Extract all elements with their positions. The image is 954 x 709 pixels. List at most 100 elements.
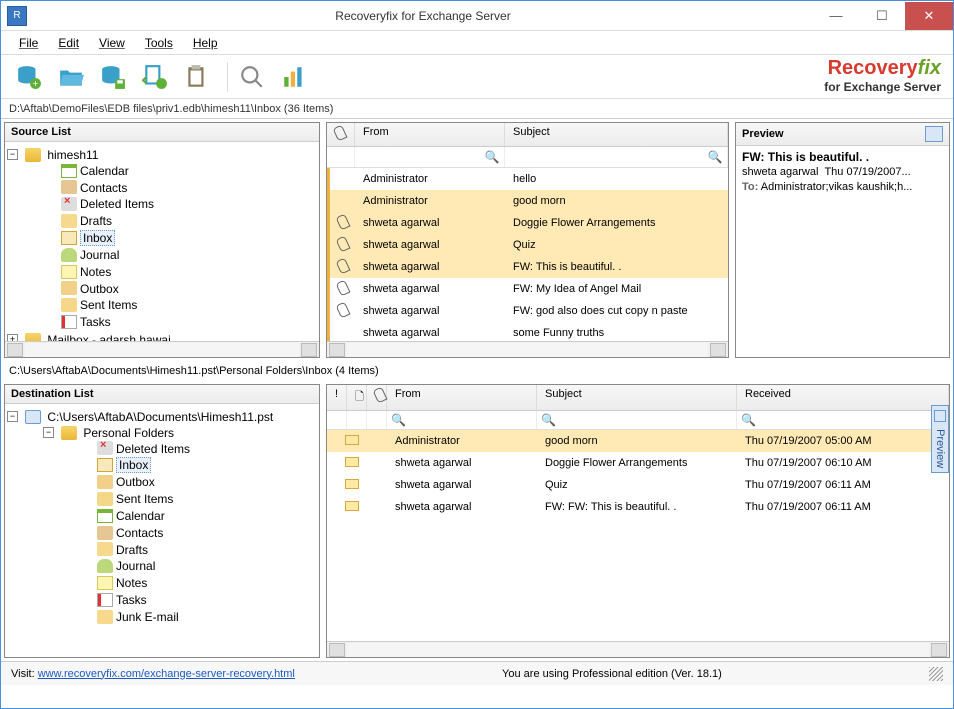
tree-item[interactable]: Tasks — [116, 593, 147, 607]
minimize-button[interactable]: — — [813, 2, 859, 30]
dest-mail-row[interactable]: shweta agarwalDoggie Flower Arrangements… — [327, 452, 949, 474]
scroll-left-icon[interactable] — [329, 343, 345, 357]
col-from[interactable]: From — [387, 385, 537, 410]
resize-grip-icon[interactable] — [929, 667, 943, 681]
tree-item[interactable]: Contacts — [116, 526, 163, 540]
preview-header-label: Preview — [742, 128, 784, 140]
mail-row[interactable]: Administratorhello — [327, 168, 728, 190]
search-from-icon[interactable]: 🔍 — [391, 413, 406, 427]
mail-row[interactable]: shweta agarwalsome Funny truths — [327, 322, 728, 341]
col-attachment[interactable] — [327, 123, 355, 146]
tree-item[interactable]: Notes — [80, 265, 111, 279]
folder-icon — [61, 214, 77, 228]
tree-toggle[interactable]: − — [43, 427, 54, 438]
mail-row[interactable]: Administratorgood morn — [327, 190, 728, 212]
search-subject-icon[interactable]: 🔍 — [707, 149, 723, 165]
mail-row[interactable]: shweta agarwalFW: god also does cut copy… — [327, 300, 728, 322]
tree-item[interactable]: Drafts — [116, 542, 148, 556]
destination-tree[interactable]: − C:\Users\AftabA\Documents\Himesh11.pst… — [7, 408, 317, 627]
mailbox-extra[interactable]: Mailbox - adarsh hawai — [47, 333, 170, 341]
mail-row[interactable]: shweta agarwalFW: My Idea of Angel Mail — [327, 278, 728, 300]
dest-mail-row[interactable]: shweta agarwalFW: FW: This is beautiful.… — [327, 496, 949, 518]
tree-item[interactable]: Notes — [116, 576, 147, 590]
mail-subject: hello — [505, 173, 728, 185]
mailbox-root[interactable]: himesh11 — [47, 148, 98, 162]
personal-folders[interactable]: Personal Folders — [83, 426, 174, 440]
tree-item[interactable]: Drafts — [80, 214, 112, 228]
database-disk-icon — [100, 64, 126, 90]
col-type[interactable]: 🗋 — [347, 385, 367, 410]
search-subject-icon[interactable]: 🔍 — [541, 413, 556, 427]
tree-item[interactable]: Deleted Items — [116, 441, 190, 455]
source-header: Source List — [5, 123, 319, 142]
tree-item[interactable]: Tasks — [80, 315, 111, 329]
tree-toggle[interactable]: − — [7, 149, 18, 160]
search-received-icon[interactable]: 🔍 — [741, 413, 756, 427]
mail-row[interactable]: shweta agarwalDoggie Flower Arrangements — [327, 212, 728, 234]
folder-icon — [97, 475, 113, 489]
mail-subject: Quiz — [505, 239, 728, 251]
scroll-right-icon[interactable] — [931, 643, 947, 657]
mail-search-row: 🔍 🔍 — [327, 147, 728, 168]
dest-path-bar: C:\Users\AftabA\Documents\Himesh11.pst\P… — [1, 361, 953, 381]
menu-help[interactable]: Help — [185, 34, 226, 52]
maximize-button[interactable]: ☐ — [859, 2, 905, 30]
tree-toggle[interactable]: − — [7, 411, 18, 422]
col-subject[interactable]: Subject — [505, 123, 728, 146]
tree-item[interactable]: Outbox — [80, 281, 119, 295]
tree-item[interactable]: Journal — [80, 248, 119, 262]
col-priority[interactable]: ! — [327, 385, 347, 410]
scroll-right-icon[interactable] — [710, 343, 726, 357]
folder-open-button[interactable] — [53, 59, 89, 95]
tree-item[interactable]: Inbox — [80, 230, 115, 246]
mail-row[interactable]: shweta agarwalFW: This is beautiful. . — [327, 256, 728, 278]
col-subject[interactable]: Subject — [537, 385, 737, 410]
status-url-link[interactable]: www.recoveryfix.com/exchange-server-reco… — [38, 668, 295, 680]
col-received[interactable]: Received — [737, 385, 949, 410]
db-save-button[interactable] — [95, 59, 131, 95]
search-from-icon[interactable]: 🔍 — [484, 149, 500, 165]
tree-item[interactable]: Contacts — [80, 180, 127, 194]
dest-mail-row[interactable]: Administratorgood mornThu 07/19/2007 05:… — [327, 430, 949, 452]
tree-item[interactable]: Sent Items — [80, 298, 137, 312]
status-visit-label: Visit: — [11, 668, 35, 680]
tree-item[interactable]: Outbox — [116, 475, 155, 489]
menu-edit[interactable]: Edit — [50, 34, 87, 52]
preview-toggle-button[interactable] — [925, 126, 943, 142]
scroll-left-icon[interactable] — [329, 643, 345, 657]
col-from[interactable]: From — [355, 123, 505, 146]
tree-item[interactable]: Sent Items — [116, 492, 173, 506]
db-add-button[interactable]: + — [11, 59, 47, 95]
pst-path[interactable]: C:\Users\AftabA\Documents\Himesh11.pst — [47, 410, 273, 424]
tree-item[interactable]: Calendar — [116, 509, 165, 523]
tree-item[interactable]: Journal — [116, 559, 155, 573]
mail-row[interactable]: shweta agarwalQuiz — [327, 234, 728, 256]
mail-list-body[interactable]: AdministratorhelloAdministratorgood morn… — [327, 168, 728, 341]
source-scrollbar[interactable] — [5, 341, 319, 357]
tree-item[interactable]: Deleted Items — [80, 197, 154, 211]
chart-button[interactable] — [276, 59, 312, 95]
menu-file[interactable]: File — [11, 34, 46, 52]
search-button[interactable] — [234, 59, 270, 95]
tree-item[interactable]: Inbox — [116, 457, 151, 473]
paste-button[interactable] — [179, 59, 215, 95]
menu-view[interactable]: View — [91, 34, 133, 52]
close-button[interactable]: ✕ — [905, 2, 953, 30]
folder-icon — [97, 458, 113, 472]
file-export-button[interactable] — [137, 59, 173, 95]
tree-toggle[interactable]: + — [7, 334, 18, 341]
tree-item[interactable]: Calendar — [80, 164, 129, 178]
preview-vertical-tab[interactable]: Preview — [931, 405, 949, 473]
mail-scrollbar[interactable] — [327, 341, 728, 357]
dest-scrollbar[interactable] — [327, 641, 949, 657]
col-attachment[interactable] — [367, 385, 387, 410]
dest-subject: Doggie Flower Arrangements — [537, 457, 737, 469]
titlebar: R Recoveryfix for Exchange Server — ☐ ✕ — [1, 1, 953, 31]
tree-item[interactable]: Junk E-mail — [116, 610, 179, 624]
scroll-right-icon[interactable] — [301, 343, 317, 357]
source-tree[interactable]: − himesh11 Calendar Contacts Deleted Items… — [7, 146, 317, 341]
scroll-left-icon[interactable] — [7, 343, 23, 357]
menu-tools[interactable]: Tools — [137, 34, 181, 52]
dest-mail-row[interactable]: shweta agarwalQuizThu 07/19/2007 06:11 A… — [327, 474, 949, 496]
dest-mail-body[interactable]: Administratorgood mornThu 07/19/2007 05:… — [327, 430, 949, 641]
